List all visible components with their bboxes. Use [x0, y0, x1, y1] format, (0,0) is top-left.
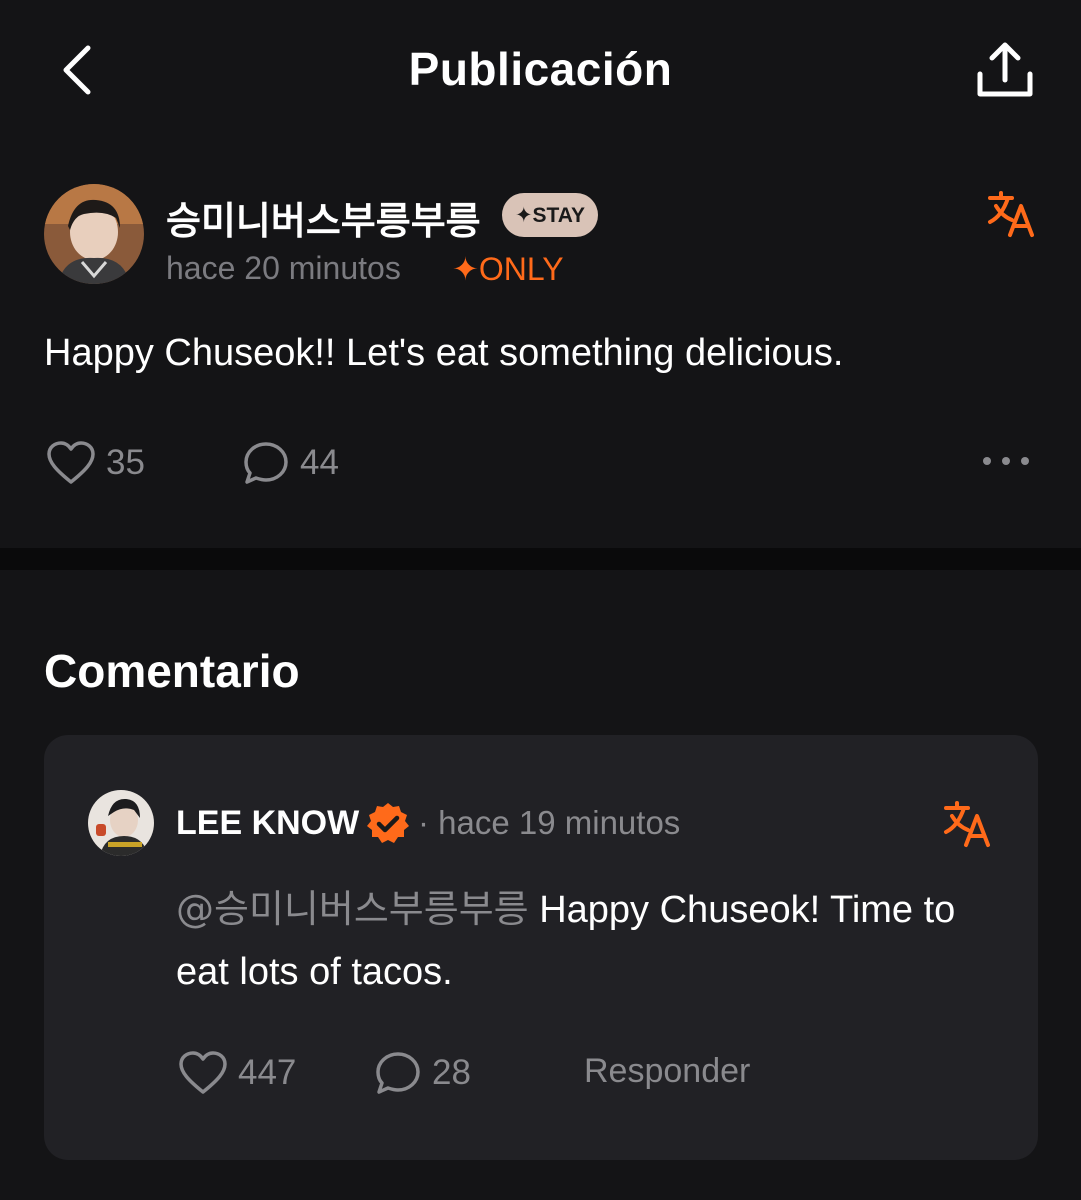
- avatar-image: [44, 184, 144, 284]
- comment-reply-count: 28: [432, 1053, 471, 1092]
- only-label: ✦ONLY: [452, 251, 564, 287]
- page-title: Publicación: [408, 43, 673, 95]
- post-author-avatar[interactable]: [44, 184, 144, 284]
- verified-badge-icon: [364, 800, 412, 848]
- heart-icon: [47, 441, 95, 484]
- comment-replies-button[interactable]: 28: [374, 1050, 471, 1096]
- post-more-button[interactable]: [980, 446, 1032, 476]
- comment-like-button[interactable]: 447: [178, 1050, 296, 1096]
- post-comment-count: 44: [300, 443, 339, 482]
- comments-section-title: Comentario: [44, 645, 300, 697]
- comment-body: @승미니버스부릉부릉 Happy Chuseok! Time to eat lo…: [176, 878, 996, 1003]
- post-translate-button[interactable]: [986, 190, 1036, 243]
- comment-timestamp: · hace 19 minutos: [418, 804, 681, 841]
- post-timestamp: hace 20 minutos: [166, 250, 401, 286]
- more-horizontal-icon: [983, 457, 1029, 465]
- comment-bubble-icon: [244, 442, 288, 484]
- comment-like-count: 447: [238, 1053, 297, 1092]
- share-upload-icon: [977, 42, 1033, 97]
- post-like-count: 35: [106, 443, 145, 482]
- heart-icon: [179, 1051, 227, 1094]
- translate-icon: [988, 191, 1034, 237]
- post-like-button[interactable]: 35: [46, 440, 145, 486]
- section-divider: [0, 548, 1081, 570]
- comment-bubble-icon: [376, 1052, 420, 1094]
- translate-icon: [944, 801, 990, 847]
- stay-badge: ✦STAY: [502, 193, 598, 237]
- comment-mention-link[interactable]: @승미니버스부릉부릉: [176, 887, 529, 931]
- comment-author-name[interactable]: LEE KNOW: [176, 804, 359, 843]
- post-comment-button[interactable]: 44: [242, 440, 339, 486]
- post-author-name[interactable]: 승미니버스부릉부릉: [166, 190, 481, 245]
- post-body-text: Happy Chuseok!! Let's eat something deli…: [44, 332, 844, 374]
- share-button[interactable]: [970, 38, 1040, 104]
- comment-author-avatar[interactable]: [88, 790, 154, 856]
- avatar-image: [88, 790, 154, 856]
- top-bar: Publicación: [0, 0, 1081, 140]
- comment-translate-button[interactable]: [942, 800, 992, 853]
- reply-button[interactable]: Responder: [584, 1052, 750, 1091]
